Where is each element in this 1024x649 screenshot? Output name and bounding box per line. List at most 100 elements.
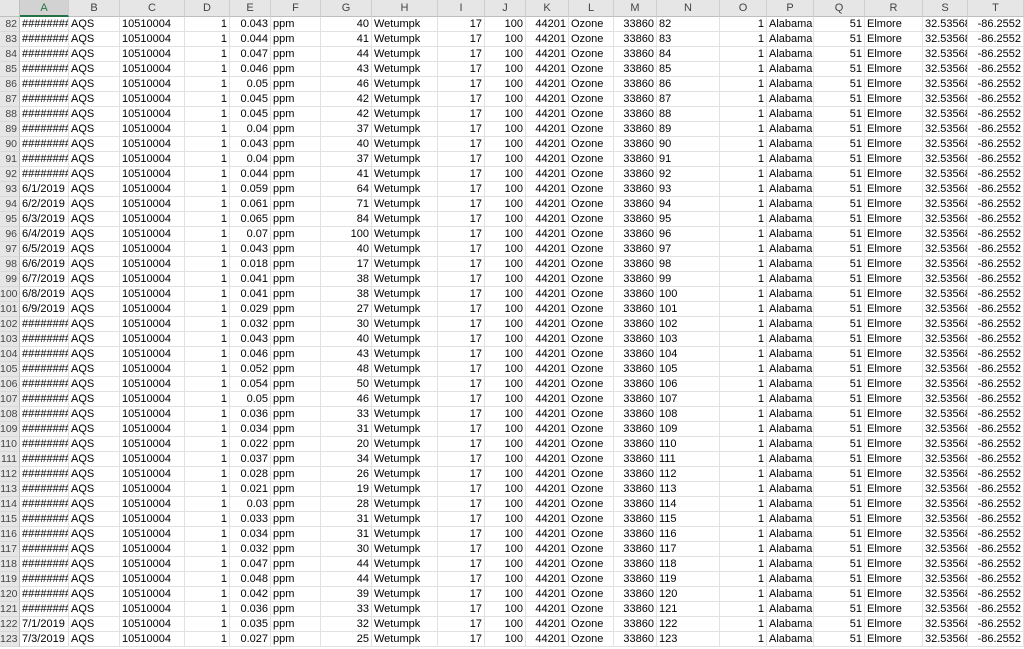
- cell-k[interactable]: 44201: [526, 212, 569, 227]
- cell-t[interactable]: -86.2552: [968, 362, 1024, 377]
- cell-a[interactable]: 6/6/2019: [20, 257, 69, 272]
- cell-l[interactable]: Ozone: [569, 467, 614, 482]
- cell-s[interactable]: 32.53568: [923, 302, 968, 317]
- cell-k[interactable]: 44201: [526, 407, 569, 422]
- cell-k[interactable]: 44201: [526, 527, 569, 542]
- column-header-d[interactable]: D: [185, 0, 230, 17]
- cell-h[interactable]: Wetumpk: [372, 167, 438, 182]
- cell-n[interactable]: 92: [657, 167, 720, 182]
- cell-h[interactable]: Wetumpk: [372, 212, 438, 227]
- cell-g[interactable]: 30: [321, 317, 372, 332]
- cell-n[interactable]: 95: [657, 212, 720, 227]
- cell-g[interactable]: 43: [321, 62, 372, 77]
- cell-a[interactable]: ########: [20, 317, 69, 332]
- cell-b[interactable]: AQS: [69, 167, 120, 182]
- cell-f[interactable]: ppm: [271, 17, 321, 32]
- cell-s[interactable]: 32.53568: [923, 227, 968, 242]
- cell-b[interactable]: AQS: [69, 437, 120, 452]
- cell-e[interactable]: 0.061: [230, 197, 271, 212]
- cell-d[interactable]: 1: [185, 527, 230, 542]
- cell-n[interactable]: 100: [657, 287, 720, 302]
- cell-p[interactable]: Alabama: [767, 62, 814, 77]
- cell-a[interactable]: ########: [20, 332, 69, 347]
- cell-h[interactable]: Wetumpk: [372, 92, 438, 107]
- cell-d[interactable]: 1: [185, 422, 230, 437]
- cell-a[interactable]: ########: [20, 452, 69, 467]
- cell-m[interactable]: 33860: [614, 47, 657, 62]
- cell-e[interactable]: 0.028: [230, 467, 271, 482]
- row-header[interactable]: 114: [0, 497, 20, 512]
- cell-c[interactable]: 10510004: [120, 542, 185, 557]
- cell-j[interactable]: 100: [485, 257, 526, 272]
- cell-h[interactable]: Wetumpk: [372, 182, 438, 197]
- cell-q[interactable]: 51: [814, 32, 865, 47]
- cell-f[interactable]: ppm: [271, 182, 321, 197]
- column-header-b[interactable]: B: [69, 0, 120, 17]
- cell-i[interactable]: 17: [438, 77, 485, 92]
- cell-n[interactable]: 101: [657, 302, 720, 317]
- cell-n[interactable]: 84: [657, 47, 720, 62]
- cell-r[interactable]: Elmore: [865, 617, 923, 632]
- cell-k[interactable]: 44201: [526, 362, 569, 377]
- cell-a[interactable]: ########: [20, 167, 69, 182]
- cell-d[interactable]: 1: [185, 392, 230, 407]
- cell-e[interactable]: 0.043: [230, 17, 271, 32]
- cell-c[interactable]: 10510004: [120, 77, 185, 92]
- cell-n[interactable]: 121: [657, 602, 720, 617]
- cell-t[interactable]: -86.2552: [968, 602, 1024, 617]
- cell-k[interactable]: 44201: [526, 542, 569, 557]
- cell-o[interactable]: 1: [720, 407, 767, 422]
- cell-t[interactable]: -86.2552: [968, 437, 1024, 452]
- cell-i[interactable]: 17: [438, 212, 485, 227]
- cell-g[interactable]: 37: [321, 152, 372, 167]
- cell-f[interactable]: ppm: [271, 152, 321, 167]
- cell-t[interactable]: -86.2552: [968, 242, 1024, 257]
- cell-o[interactable]: 1: [720, 257, 767, 272]
- cell-d[interactable]: 1: [185, 617, 230, 632]
- cell-d[interactable]: 1: [185, 317, 230, 332]
- cell-a[interactable]: ########: [20, 62, 69, 77]
- cell-r[interactable]: Elmore: [865, 467, 923, 482]
- cell-k[interactable]: 44201: [526, 227, 569, 242]
- cell-b[interactable]: AQS: [69, 17, 120, 32]
- cell-h[interactable]: Wetumpk: [372, 257, 438, 272]
- cell-s[interactable]: 32.53568: [923, 542, 968, 557]
- cell-f[interactable]: ppm: [271, 497, 321, 512]
- cell-m[interactable]: 33860: [614, 512, 657, 527]
- cell-n[interactable]: 97: [657, 242, 720, 257]
- cell-r[interactable]: Elmore: [865, 302, 923, 317]
- cell-t[interactable]: -86.2552: [968, 467, 1024, 482]
- cell-t[interactable]: -86.2552: [968, 527, 1024, 542]
- cell-s[interactable]: 32.53568: [923, 557, 968, 572]
- cell-c[interactable]: 10510004: [120, 482, 185, 497]
- cell-i[interactable]: 17: [438, 122, 485, 137]
- cell-n[interactable]: 110: [657, 437, 720, 452]
- cell-p[interactable]: Alabama: [767, 77, 814, 92]
- cell-h[interactable]: Wetumpk: [372, 362, 438, 377]
- cell-t[interactable]: -86.2552: [968, 77, 1024, 92]
- cell-m[interactable]: 33860: [614, 587, 657, 602]
- cell-c[interactable]: 10510004: [120, 122, 185, 137]
- cell-t[interactable]: -86.2552: [968, 107, 1024, 122]
- cell-l[interactable]: Ozone: [569, 512, 614, 527]
- cell-i[interactable]: 17: [438, 257, 485, 272]
- cell-b[interactable]: AQS: [69, 407, 120, 422]
- cell-g[interactable]: 84: [321, 212, 372, 227]
- cell-m[interactable]: 33860: [614, 377, 657, 392]
- cell-l[interactable]: Ozone: [569, 317, 614, 332]
- cell-m[interactable]: 33860: [614, 62, 657, 77]
- cell-o[interactable]: 1: [720, 602, 767, 617]
- cell-q[interactable]: 51: [814, 572, 865, 587]
- cell-b[interactable]: AQS: [69, 257, 120, 272]
- cell-i[interactable]: 17: [438, 452, 485, 467]
- cell-p[interactable]: Alabama: [767, 122, 814, 137]
- cell-i[interactable]: 17: [438, 407, 485, 422]
- cell-j[interactable]: 100: [485, 602, 526, 617]
- cell-g[interactable]: 38: [321, 287, 372, 302]
- cell-f[interactable]: ppm: [271, 257, 321, 272]
- cell-s[interactable]: 32.53568: [923, 212, 968, 227]
- cell-j[interactable]: 100: [485, 587, 526, 602]
- cell-f[interactable]: ppm: [271, 587, 321, 602]
- cell-l[interactable]: Ozone: [569, 377, 614, 392]
- cell-b[interactable]: AQS: [69, 497, 120, 512]
